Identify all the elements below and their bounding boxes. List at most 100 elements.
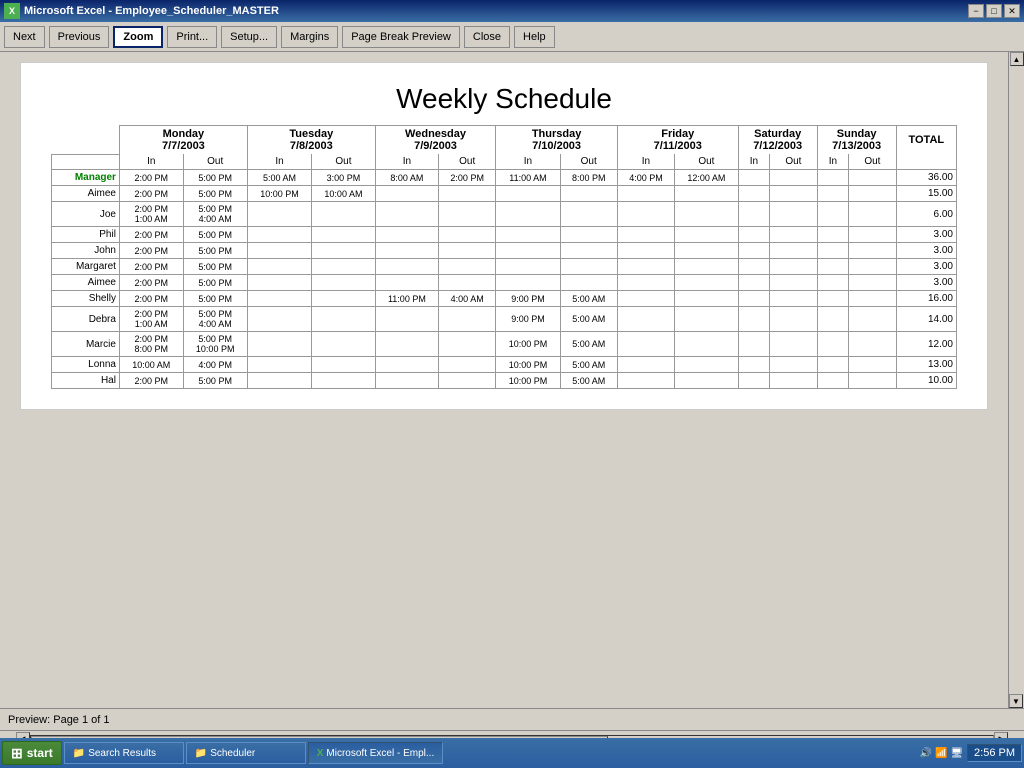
- shift-in-cell: [738, 186, 769, 202]
- sat-in-header: In: [738, 154, 769, 170]
- shift-in-cell: [375, 373, 438, 389]
- window-close-button[interactable]: ✕: [1004, 4, 1020, 18]
- folder-icon-2: 📁: [195, 748, 207, 759]
- total-in-out-spacer: [896, 154, 956, 170]
- shift-in-cell: 5:00 AM: [247, 170, 311, 186]
- shift-out-cell: [849, 170, 897, 186]
- shift-in-cell: [496, 227, 560, 243]
- shift-out-cell: [312, 357, 376, 373]
- day-headers-row: Monday 7/7/2003 Tuesday 7/8/2003 Wednesd…: [52, 126, 957, 155]
- previous-button[interactable]: Previous: [49, 26, 110, 48]
- shift-out-cell: [312, 275, 376, 291]
- close-preview-button[interactable]: Close: [464, 26, 510, 48]
- shift-out-cell: [312, 291, 376, 307]
- shift-out-cell: [675, 332, 739, 357]
- shift-out-cell: 4:00 AM: [439, 291, 496, 307]
- shift-in-cell: [496, 259, 560, 275]
- fri-in-header: In: [617, 154, 674, 170]
- minimize-button[interactable]: −: [968, 4, 984, 18]
- shift-in-cell: [247, 357, 311, 373]
- main-area: ▲ ▼ Weekly Schedule Monday 7/7/2003: [0, 52, 1024, 708]
- windows-logo: ⊞: [11, 745, 23, 762]
- taskbar-search-results[interactable]: 📁 Search Results: [64, 742, 184, 764]
- shift-out-cell: 5:00 PM: [183, 170, 247, 186]
- monday-header: Monday 7/7/2003: [119, 126, 247, 155]
- print-button[interactable]: Print...: [167, 26, 217, 48]
- shift-out-cell: [439, 243, 496, 259]
- tue-out-header: Out: [312, 154, 376, 170]
- shift-in-cell: [738, 243, 769, 259]
- taskbar-item-label-2: Scheduler: [210, 748, 255, 759]
- scroll-down-arrow[interactable]: ▼: [1009, 694, 1023, 708]
- shift-in-cell: [738, 307, 769, 332]
- shift-in-cell: [617, 357, 674, 373]
- shift-out-cell: [312, 259, 376, 275]
- shift-in-cell: [617, 259, 674, 275]
- page-break-button[interactable]: Page Break Preview: [342, 26, 460, 48]
- shift-out-cell: [770, 202, 818, 227]
- shift-out-cell: [770, 170, 818, 186]
- shift-out-cell: [439, 307, 496, 332]
- shift-in-cell: [738, 275, 769, 291]
- shift-in-cell: [617, 291, 674, 307]
- shift-out-cell: [849, 227, 897, 243]
- taskbar-excel[interactable]: X Microsoft Excel - Empl...: [308, 742, 443, 764]
- total-cell: 10.00: [896, 373, 956, 389]
- zoom-button[interactable]: Zoom: [113, 26, 163, 48]
- shift-out-cell: [439, 357, 496, 373]
- total-cell: 12.00: [896, 332, 956, 357]
- shift-out-cell: [439, 227, 496, 243]
- tue-in-header: In: [247, 154, 311, 170]
- shift-in-cell: 10:00 AM: [119, 357, 183, 373]
- tuesday-header: Tuesday 7/8/2003: [247, 126, 375, 155]
- scroll-area[interactable]: Weekly Schedule Monday 7/7/2003 Tuesday …: [0, 52, 1008, 708]
- table-row: Hal2:00 PM5:00 PM10:00 PM5:00 AM10.00: [52, 373, 957, 389]
- vertical-scrollbar[interactable]: ▲ ▼: [1008, 52, 1024, 708]
- shift-in-cell: [738, 291, 769, 307]
- page-container: Weekly Schedule Monday 7/7/2003 Tuesday …: [20, 62, 988, 410]
- shift-in-cell: [375, 186, 438, 202]
- shift-in-cell: 2:00 PM: [119, 227, 183, 243]
- system-tray-icons: 🔊 📶 🖥: [920, 748, 963, 759]
- total-cell: 16.00: [896, 291, 956, 307]
- shift-in-cell: [375, 259, 438, 275]
- setup-button[interactable]: Setup...: [221, 26, 277, 48]
- shift-out-cell: [770, 227, 818, 243]
- shift-out-cell: [675, 357, 739, 373]
- shift-in-cell: [375, 227, 438, 243]
- taskbar-scheduler[interactable]: 📁 Scheduler: [186, 742, 306, 764]
- shift-in-cell: 2:00 PM1:00 AM: [119, 202, 183, 227]
- total-cell: 3.00: [896, 227, 956, 243]
- shift-in-cell: [817, 227, 848, 243]
- total-cell: 36.00: [896, 170, 956, 186]
- shift-in-cell: 10:00 PM: [496, 332, 560, 357]
- shift-out-cell: 5:00 PM4:00 AM: [183, 202, 247, 227]
- shift-in-cell: [247, 307, 311, 332]
- maximize-button[interactable]: □: [986, 4, 1002, 18]
- shift-in-cell: 10:00 PM: [496, 357, 560, 373]
- shift-out-cell: [849, 357, 897, 373]
- shift-in-cell: [817, 243, 848, 259]
- shift-in-cell: [738, 259, 769, 275]
- folder-icon: 📁: [73, 748, 85, 759]
- scroll-up-arrow[interactable]: ▲: [1010, 52, 1024, 66]
- shift-out-cell: [675, 227, 739, 243]
- shift-in-cell: [247, 373, 311, 389]
- shift-in-cell: [817, 332, 848, 357]
- help-button[interactable]: Help: [514, 26, 555, 48]
- total-cell: 3.00: [896, 275, 956, 291]
- margins-button[interactable]: Margins: [281, 26, 338, 48]
- shift-out-cell: [770, 259, 818, 275]
- shift-out-cell: [312, 202, 376, 227]
- start-button[interactable]: ⊞ start: [2, 741, 62, 765]
- thu-in-header: In: [496, 154, 560, 170]
- taskbar: ⊞ start 📁 Search Results 📁 Scheduler X M…: [0, 738, 1024, 768]
- total-cell: 15.00: [896, 186, 956, 202]
- shift-out-cell: [849, 202, 897, 227]
- shift-out-cell: 5:00 PM: [183, 259, 247, 275]
- next-button[interactable]: Next: [4, 26, 45, 48]
- shift-in-cell: 4:00 PM: [617, 170, 674, 186]
- employee-name-cell: Lonna: [52, 357, 120, 373]
- employee-name-cell: Joe: [52, 202, 120, 227]
- shift-in-cell: 2:00 PM: [119, 186, 183, 202]
